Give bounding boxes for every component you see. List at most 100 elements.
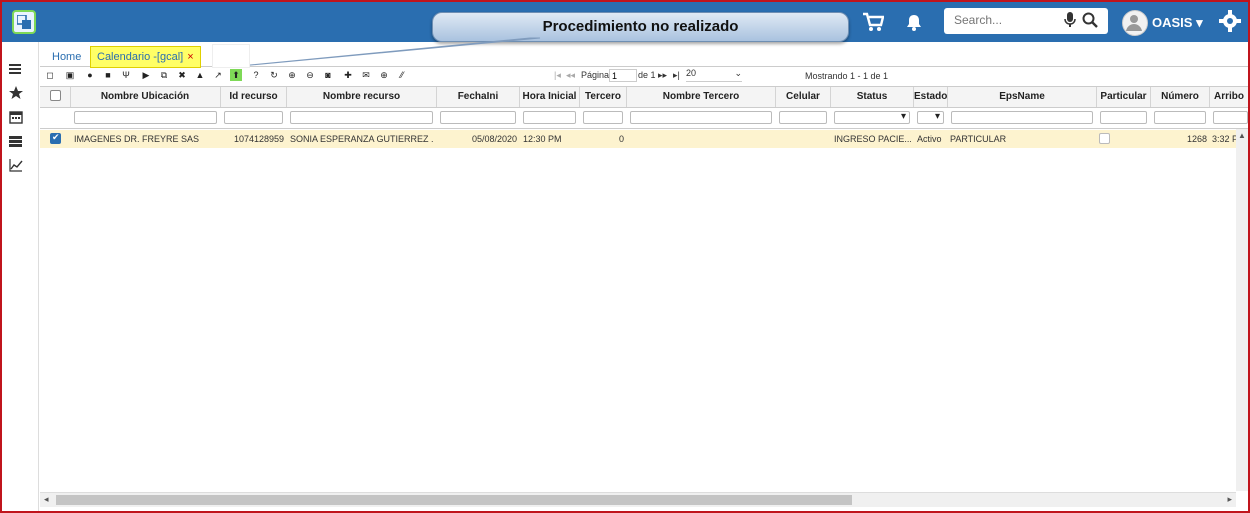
- refresh-icon[interactable]: ↻: [268, 69, 280, 81]
- filter-row: [40, 108, 1248, 129]
- cell-hora-inicial: 12:30 PM: [523, 134, 562, 144]
- close-icon[interactable]: ×: [187, 51, 193, 63]
- header-col-nombre-ubicacion[interactable]: Nombre Ubicación: [70, 87, 221, 107]
- new-icon[interactable]: ◻: [44, 69, 56, 81]
- cell-estado: Activo: [917, 134, 942, 144]
- last-page-icon[interactable]: ▸|: [673, 70, 680, 81]
- filter-fechaini[interactable]: [440, 111, 516, 124]
- filter-nombre-tercero[interactable]: [630, 111, 772, 124]
- filter-nombre-ubicacion[interactable]: [74, 111, 217, 124]
- scroll-right-icon[interactable]: ▸: [1227, 494, 1232, 505]
- next-page-icon[interactable]: ▸▸: [658, 70, 667, 81]
- scroll-up-icon[interactable]: ▲: [1238, 131, 1246, 140]
- first-page-icon[interactable]: |◂: [554, 70, 561, 81]
- delete-icon[interactable]: ✖: [176, 69, 188, 81]
- cell-particular-checkbox[interactable]: [1099, 133, 1110, 144]
- cart-icon[interactable]: [862, 12, 885, 35]
- header-col-fechaini[interactable]: FechaIni: [437, 87, 520, 107]
- filter-epsname[interactable]: [951, 111, 1093, 124]
- page-input[interactable]: [609, 69, 637, 82]
- filter-id-recurso[interactable]: [224, 111, 283, 124]
- zoom-in-icon[interactable]: ⊕: [286, 69, 298, 81]
- search-input[interactable]: [952, 12, 1066, 28]
- table-row[interactable]: IMAGENES DR. FREYRE SAS 1074128959 SONIA…: [40, 130, 1248, 148]
- filter-icon[interactable]: Ψ: [120, 69, 132, 81]
- calendar-icon[interactable]: [9, 110, 25, 126]
- header-col-id-recurso[interactable]: Id recurso: [221, 87, 287, 107]
- horizontal-scrollbar[interactable]: ◂ ▸: [40, 492, 1236, 507]
- search-box: [944, 8, 1108, 34]
- save-icon[interactable]: ■: [102, 69, 114, 81]
- list-icon[interactable]: [9, 134, 25, 150]
- cell-nombre-recurso: SONIA ESPERANZA GUTIERREZ ...: [290, 134, 434, 144]
- page-of-label: de 1: [638, 70, 656, 80]
- clock-icon[interactable]: ●: [84, 69, 96, 81]
- header-col-particular[interactable]: Particular: [1097, 87, 1151, 107]
- filter-celular[interactable]: [779, 111, 827, 124]
- resize-icon[interactable]: ⁄⁄: [396, 69, 408, 81]
- page-size-select[interactable]: 20 ⌄: [686, 68, 742, 82]
- header-col-hora-inicial[interactable]: Hora Inicial: [520, 87, 580, 107]
- header-col-nombre-tercero[interactable]: Nombre Tercero: [627, 87, 776, 107]
- filter-tercero[interactable]: [583, 111, 623, 124]
- add-circle-icon[interactable]: ⊕: [378, 69, 390, 81]
- mail-icon[interactable]: ✉: [360, 69, 372, 81]
- cell-id-recurso: 1074128959: [233, 134, 284, 144]
- microphone-icon[interactable]: [1064, 12, 1076, 31]
- header-col-numero[interactable]: Número: [1151, 87, 1210, 107]
- warning-icon[interactable]: ▲: [194, 69, 206, 81]
- cell-arribo: 3:32 P: [1212, 134, 1236, 144]
- filter-numero[interactable]: [1154, 111, 1206, 124]
- copy-icon[interactable]: ⧉: [158, 69, 170, 81]
- filter-particular[interactable]: [1100, 111, 1147, 124]
- comment-icon[interactable]: ◙: [322, 69, 334, 81]
- upload-icon[interactable]: ⬆: [230, 69, 242, 81]
- header-col-arribo[interactable]: Arribo: [1210, 87, 1248, 107]
- play-icon[interactable]: ▶: [140, 69, 152, 81]
- data-grid: Nombre Ubicación Id recurso Nombre recur…: [40, 86, 1248, 491]
- row-checkbox[interactable]: [50, 132, 61, 144]
- header-col-estado[interactable]: Estado: [914, 87, 948, 107]
- filter-status-select[interactable]: [834, 111, 910, 124]
- header-col-nombre-recurso[interactable]: Nombre recurso: [287, 87, 437, 107]
- app-logo-icon[interactable]: [12, 10, 36, 34]
- callout-text: Procedimiento no realizado: [542, 18, 739, 35]
- tab-home[interactable]: Home: [46, 48, 87, 66]
- grid-header: Nombre Ubicación Id recurso Nombre recur…: [40, 87, 1248, 108]
- export-icon[interactable]: ↗: [212, 69, 224, 81]
- cell-numero: 1268: [1186, 134, 1207, 144]
- chart-icon[interactable]: [9, 158, 25, 174]
- grid-toolbar: ◻ ▣ ● ■ Ψ ▶ ⧉ ✖ ▲ ↗ ⬆ ? ↻ ⊕ ⊖ ◙ ✚ ✉ ⊕ ⁄⁄…: [40, 67, 1248, 83]
- zoom-out-icon[interactable]: ⊖: [304, 69, 316, 81]
- bell-icon[interactable]: [905, 13, 923, 34]
- star-icon[interactable]: [9, 86, 25, 102]
- menu-icon[interactable]: [9, 62, 25, 78]
- prev-page-icon[interactable]: ◂◂: [566, 70, 575, 81]
- help-icon[interactable]: ?: [250, 69, 262, 81]
- top-bar: Procedimiento no realizado OASIS ▾: [2, 2, 1248, 42]
- scroll-thumb[interactable]: [56, 495, 852, 505]
- page-label: Página: [581, 70, 610, 80]
- chevron-down-icon: ▾: [1196, 15, 1203, 30]
- pin-icon[interactable]: ✚: [342, 69, 354, 81]
- filter-hora-inicial[interactable]: [523, 111, 576, 124]
- filter-estado-select[interactable]: [917, 111, 944, 124]
- filter-nombre-recurso[interactable]: [290, 111, 433, 124]
- header-col-celular[interactable]: Celular: [776, 87, 831, 107]
- header-select[interactable]: [40, 87, 71, 107]
- vertical-scrollbar[interactable]: ▲: [1236, 129, 1248, 491]
- search-icon[interactable]: [1082, 12, 1098, 31]
- select-all-checkbox[interactable]: [50, 90, 61, 101]
- cell-tercero: 0: [618, 134, 624, 144]
- tab-calendario[interactable]: Calendario -[gcal] ×: [90, 46, 201, 68]
- header-col-epsname[interactable]: EpsName: [948, 87, 1097, 107]
- avatar: [1122, 10, 1148, 36]
- filter-arribo[interactable]: [1213, 111, 1248, 124]
- header-col-status[interactable]: Status: [831, 87, 914, 107]
- header-col-tercero[interactable]: Tercero: [580, 87, 627, 107]
- edit-icon[interactable]: ▣: [64, 69, 76, 81]
- gear-icon[interactable]: [1219, 10, 1241, 35]
- record-count: Mostrando 1 - 1 de 1: [805, 71, 889, 81]
- scroll-left-icon[interactable]: ◂: [44, 494, 49, 505]
- cell-nombre-ubicacion: IMAGENES DR. FREYRE SAS: [74, 134, 200, 144]
